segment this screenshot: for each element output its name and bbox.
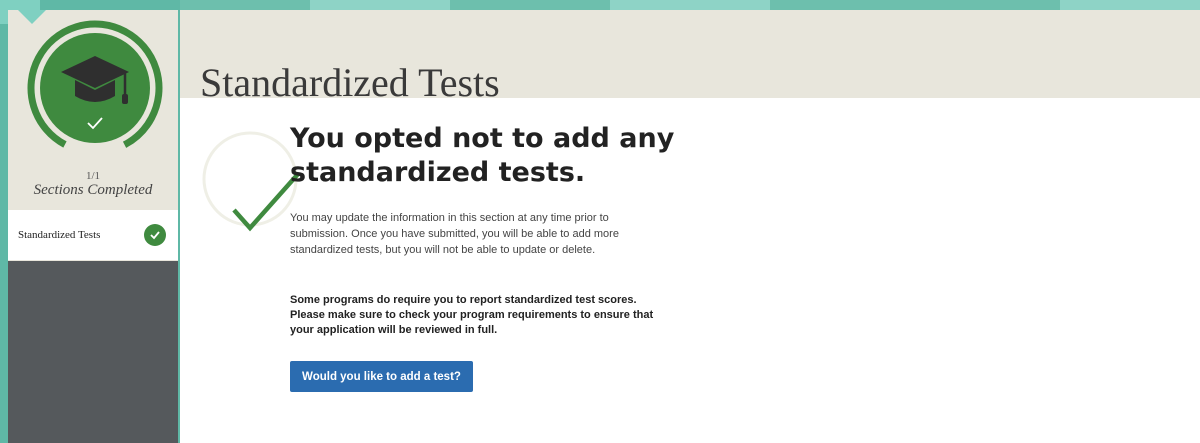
sidebar-item-standardized-tests[interactable]: Standardized Tests [8, 210, 178, 260]
progress-ring [27, 20, 163, 156]
top-decoration-bar [180, 0, 1200, 10]
sections-count: 1/1 [85, 170, 101, 182]
sections-completed-label: Sections Completed [33, 182, 153, 198]
status-headline: You opted not to add any standardized te… [290, 123, 675, 188]
sidebar: 1/1 Sections Completed Standardized Test… [8, 10, 178, 443]
sidebar-item-label: Standardized Tests [18, 229, 101, 241]
notice-paragraph: Some programs do require you to report s… [290, 294, 654, 336]
check-circle-icon [144, 224, 166, 246]
add-test-button[interactable]: Would you like to add a test? [290, 361, 473, 392]
main-content: You opted not to add any standardized te… [180, 98, 1200, 443]
sidebar-empty-area [8, 261, 178, 443]
checkmark-icon [202, 131, 300, 232]
page-header: Standardized Tests [180, 10, 1200, 105]
info-paragraph: You may update the information in this s… [290, 212, 619, 256]
